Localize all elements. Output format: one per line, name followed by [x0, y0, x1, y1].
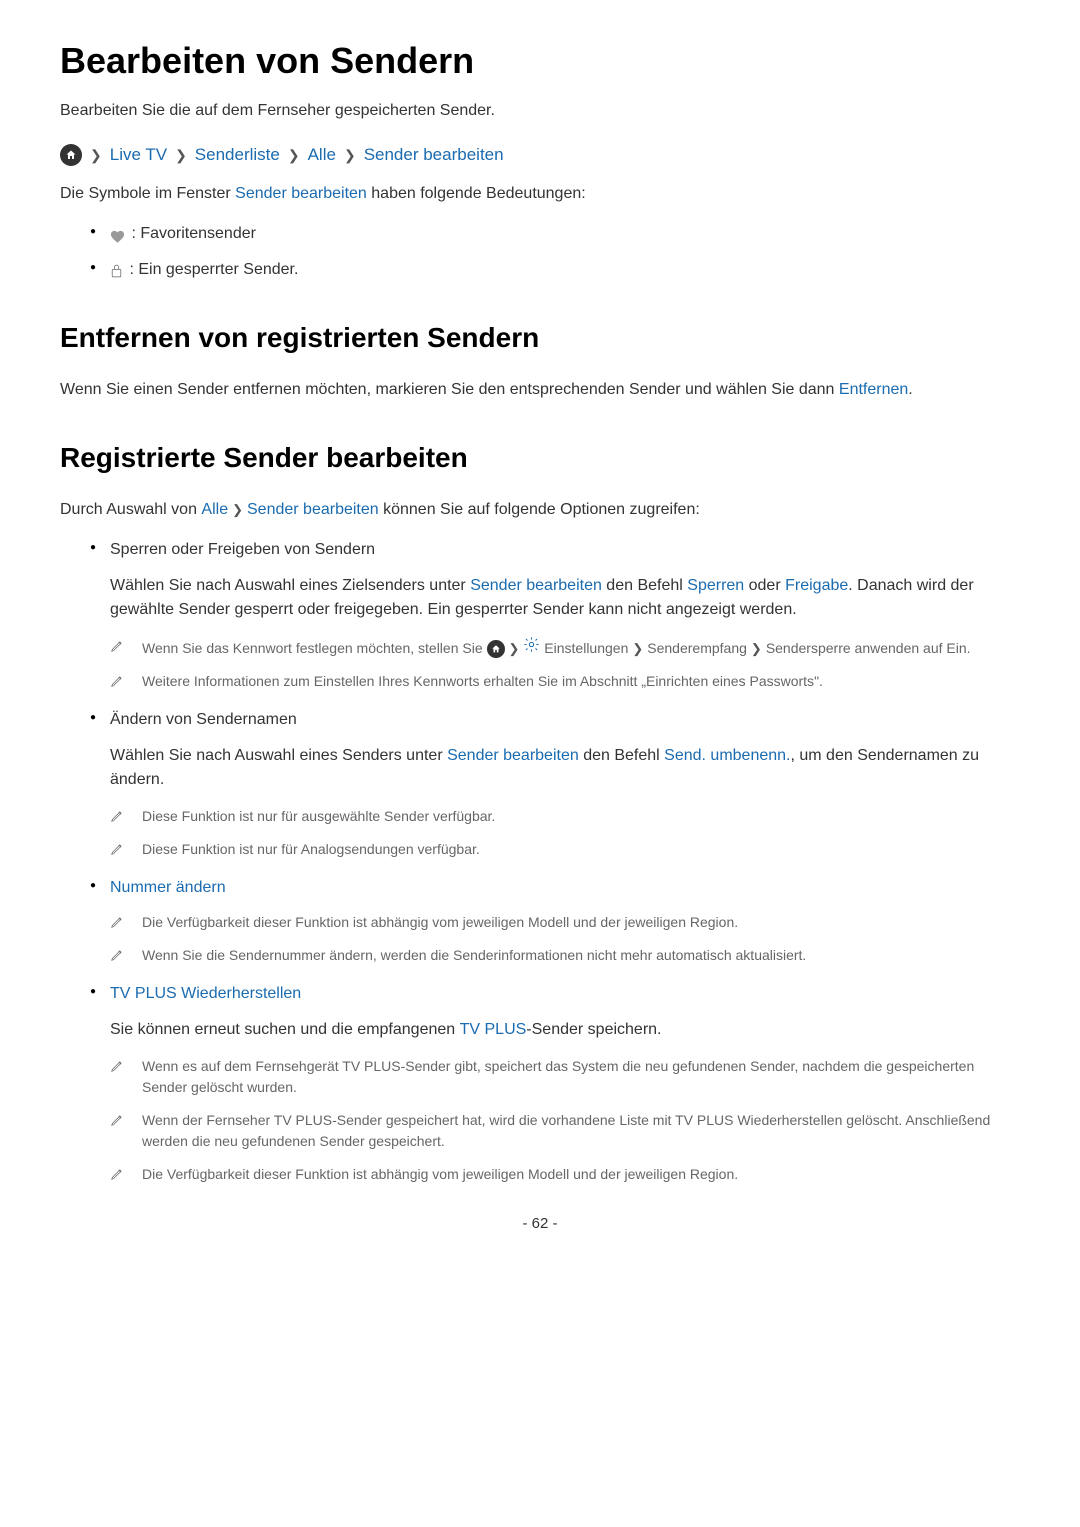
link-entfernen: Entfernen	[839, 381, 908, 398]
link-einstellungen: Einstellungen	[544, 640, 628, 656]
topic-title-aendern-namen: Ändern von Sendernamen	[110, 708, 1020, 732]
note: Wenn es auf dem Fernsehgerät TV PLUS-Sen…	[110, 1056, 1020, 1098]
link-sender-bearbeiten: Sender bearbeiten	[247, 501, 379, 518]
heart-icon	[110, 227, 125, 240]
chevron-right-icon: ❯	[632, 641, 643, 656]
topic-title-tvplus-wiederherstellen: TV PLUS Wiederherstellen	[110, 982, 1020, 1006]
topic-title-sperren: Sperren oder Freigeben von Sendern	[110, 538, 1020, 562]
pencil-icon	[110, 1058, 124, 1072]
breadcrumb-senderliste[interactable]: Senderliste	[195, 145, 280, 165]
pencil-icon	[110, 808, 124, 822]
page-number: - 62 -	[60, 1215, 1020, 1232]
topics-list: Sperren oder Freigeben von Sendern Wähle…	[60, 538, 1020, 1185]
note: Wenn der Fernseher TV PLUS-Sender gespei…	[110, 1110, 1020, 1152]
home-icon	[487, 640, 505, 658]
list-item: : Ein gesperrter Sender.	[90, 258, 1020, 282]
link-alle: Alle	[201, 501, 228, 518]
topic4-body: Sie können erneut suchen und die empfang…	[110, 1018, 1020, 1042]
note: Weitere Informationen zum Einstellen Ihr…	[110, 671, 1020, 692]
chevron-right-icon: ❯	[90, 147, 102, 164]
page-title: Bearbeiten von Sendern	[60, 40, 1020, 82]
pencil-icon	[110, 673, 124, 687]
pencil-icon	[110, 1166, 124, 1180]
chevron-right-icon: ❯	[175, 147, 187, 164]
list-item: Nummer ändern Die Verfügbarkeit dieser F…	[90, 876, 1020, 966]
section-heading-bearbeiten: Registrierte Sender bearbeiten	[60, 442, 1020, 474]
list-item: Sperren oder Freigeben von Sendern Wähle…	[90, 538, 1020, 692]
gear-icon	[523, 636, 540, 653]
note: Die Verfügbarkeit dieser Funktion ist ab…	[110, 912, 1020, 933]
intro-paragraph: Die Symbole im Fenster Sender bearbeiten…	[60, 182, 1020, 206]
link-sendersperre: Sendersperre anwenden	[766, 640, 919, 656]
icon-legend-list: : Favoritensender : Ein gesperrter Sende…	[60, 222, 1020, 282]
list-item: TV PLUS Wiederherstellen Sie können erne…	[90, 982, 1020, 1185]
heart-label: : Favoritensender	[127, 225, 256, 242]
breadcrumb-alle[interactable]: Alle	[308, 145, 336, 165]
link-einrichten-passwort[interactable]: Einrichten eines Passworts	[646, 673, 814, 689]
home-icon	[60, 144, 82, 166]
section2-body: Wenn Sie einen Sender entfernen möchten,…	[60, 378, 1020, 402]
pencil-icon	[110, 914, 124, 928]
link-senderempfang: Senderempfang	[647, 640, 747, 656]
pencil-icon	[110, 638, 124, 652]
subtitle: Bearbeiten Sie die auf dem Fernseher ges…	[60, 102, 1020, 120]
note: Wenn Sie die Sendernummer ändern, werden…	[110, 945, 1020, 966]
chevron-right-icon: ❯	[751, 641, 762, 656]
link-ein: Ein	[946, 640, 966, 656]
note: Die Verfügbarkeit dieser Funktion ist ab…	[110, 1164, 1020, 1185]
note: Diese Funktion ist nur für ausgewählte S…	[110, 806, 1020, 827]
link-sender-bearbeiten: Sender bearbeiten	[235, 185, 367, 202]
chevron-right-icon: ❯	[509, 641, 520, 656]
list-item: Ändern von Sendernamen Wählen Sie nach A…	[90, 708, 1020, 860]
topic2-body: Wählen Sie nach Auswahl eines Senders un…	[110, 744, 1020, 792]
pencil-icon	[110, 841, 124, 855]
chevron-right-icon: ❯	[232, 502, 243, 517]
breadcrumb: ❯ Live TV ❯ Senderliste ❯ Alle ❯ Sender …	[60, 144, 1020, 166]
topic1-body: Wählen Sie nach Auswahl eines Zielsender…	[110, 574, 1020, 622]
list-item: : Favoritensender	[90, 222, 1020, 246]
chevron-right-icon: ❯	[344, 147, 356, 164]
lock-icon	[110, 262, 123, 277]
chevron-right-icon: ❯	[288, 147, 300, 164]
breadcrumb-sender-bearbeiten[interactable]: Sender bearbeiten	[364, 145, 504, 165]
section3-intro: Durch Auswahl von Alle❯Sender bearbeiten…	[60, 498, 1020, 522]
lock-label: : Ein gesperrter Sender.	[125, 261, 298, 278]
note: Diese Funktion ist nur für Analogsendung…	[110, 839, 1020, 860]
topic-title-nummer-aendern: Nummer ändern	[110, 876, 1020, 900]
section-heading-entfernen: Entfernen von registrierten Sendern	[60, 322, 1020, 354]
note: Wenn Sie das Kennwort festlegen möchten,…	[110, 636, 1020, 659]
pencil-icon	[110, 1112, 124, 1126]
breadcrumb-live-tv[interactable]: Live TV	[110, 145, 167, 165]
pencil-icon	[110, 947, 124, 961]
